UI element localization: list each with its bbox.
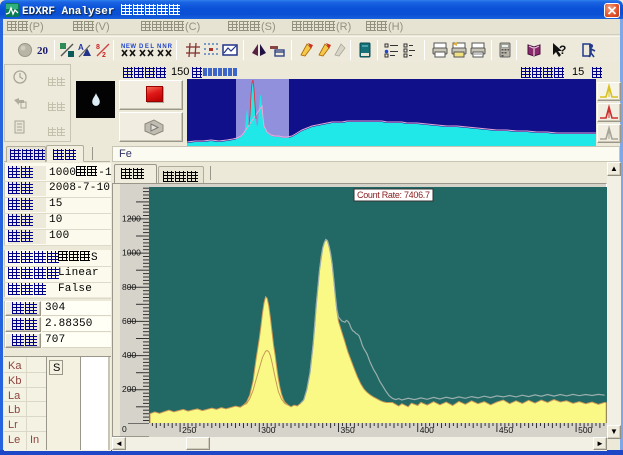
- svg-text:300: 300: [261, 425, 275, 435]
- svg-text:A: A: [78, 43, 84, 52]
- svg-text:NNR: NNR: [157, 44, 173, 50]
- svg-text:250: 250: [182, 425, 196, 435]
- svg-text:Count Rate: 7406.7: Count Rate: 7406.7: [357, 190, 430, 200]
- svg-text:600: 600: [122, 316, 136, 326]
- svg-text:200: 200: [122, 384, 136, 394]
- svg-text:DEL: DEL: [139, 44, 154, 50]
- svg-text:1200: 1200: [122, 213, 141, 223]
- svg-text:400: 400: [420, 425, 434, 435]
- svg-text:?: ?: [559, 43, 566, 57]
- svg-text:800: 800: [122, 282, 136, 292]
- svg-text:1000: 1000: [122, 248, 141, 258]
- svg-text:2: 2: [102, 52, 106, 58]
- svg-text:350: 350: [341, 425, 355, 435]
- svg-text:8: 8: [96, 44, 100, 51]
- svg-text:NEW: NEW: [121, 44, 136, 50]
- svg-text:20: 20: [37, 45, 49, 57]
- svg-text:450: 450: [499, 425, 513, 435]
- svg-text:400: 400: [122, 350, 136, 360]
- svg-text:500: 500: [578, 425, 592, 435]
